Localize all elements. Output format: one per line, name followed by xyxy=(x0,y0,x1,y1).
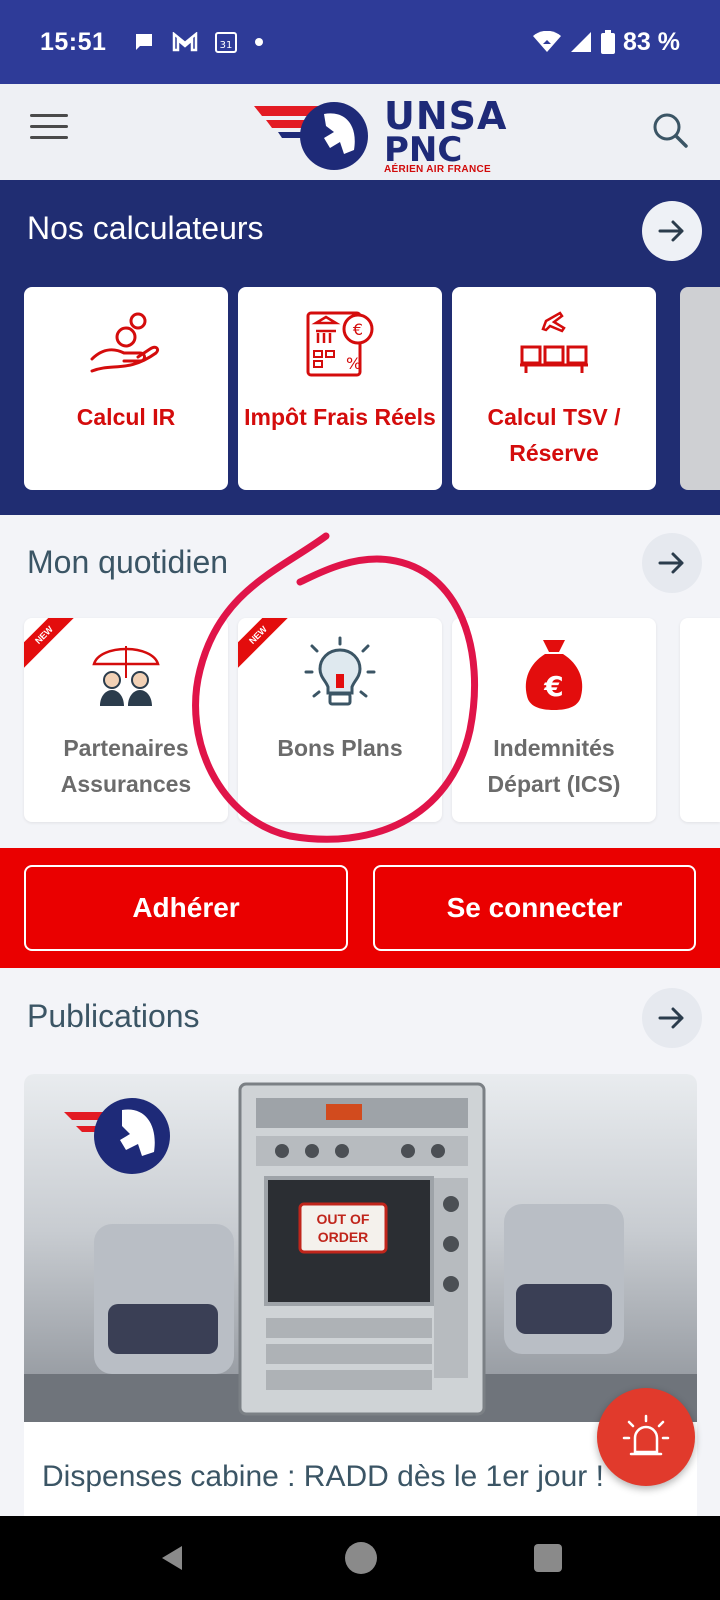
insurance-umbrella-icon xyxy=(92,646,160,706)
recent-apps-icon[interactable] xyxy=(534,1544,562,1572)
svg-text:€: € xyxy=(543,670,563,703)
notification-icons: 31 xyxy=(132,30,264,54)
back-icon[interactable] xyxy=(160,1544,184,1572)
app-header: UNSA PNC AÉRIEN AIR FRANCE xyxy=(0,84,720,180)
hand-coins-icon xyxy=(90,312,160,373)
gmail-icon xyxy=(173,32,198,52)
out-of-order-sign: OUT OF ORDER xyxy=(316,1211,370,1245)
calc-card-label: Impôt Frais Réels xyxy=(244,404,436,430)
arrow-right-icon xyxy=(658,1007,684,1029)
calc-card-label: Calcul IR xyxy=(76,404,176,430)
system-navigation-bar xyxy=(0,1516,720,1600)
quotidien-see-all-button[interactable] xyxy=(642,533,702,593)
svg-text:31: 31 xyxy=(220,40,233,51)
section-title-publications: Publications xyxy=(27,998,200,1034)
airport-seats-icon xyxy=(520,311,588,373)
quotidien-card-label: Indemnités Départ (ICS) xyxy=(487,735,621,797)
calculateurs-section: Nos calculateurs Calcul IR €% Impôt Frai… xyxy=(0,180,720,515)
status-time: 15:51 xyxy=(40,27,107,56)
arrow-right-icon xyxy=(658,220,684,242)
calc-card-impot-frais-reels[interactable]: €% Impôt Frais Réels xyxy=(238,287,442,490)
alert-fab-button[interactable] xyxy=(597,1388,695,1486)
publication-title: Dispenses cabine : RADD dès le 1er jour … xyxy=(42,1460,604,1493)
dot-icon xyxy=(255,38,264,46)
unsa-pnc-logo: UNSA PNC AÉRIEN AIR FRANCE xyxy=(254,92,514,175)
horse-logo-icon xyxy=(254,102,368,170)
se-connecter-button[interactable]: Se connecter xyxy=(373,865,696,951)
quotidien-card-indemnites[interactable]: € Indemnités Départ (ICS) xyxy=(452,618,656,822)
calc-card-ir[interactable]: Calcul IR xyxy=(24,287,228,490)
section-title-quotidien: Mon quotidien xyxy=(27,544,229,580)
hamburger-menu-icon[interactable] xyxy=(30,114,68,150)
adherer-button[interactable]: Adhérer xyxy=(24,865,348,951)
quotidien-card-bons-plans[interactable]: NEW Bons Plans xyxy=(238,618,442,822)
logo-text-airline: AÉRIEN AIR FRANCE xyxy=(384,164,491,175)
calc-card-tsv-reserve[interactable]: Calcul TSV / Réserve xyxy=(452,287,656,490)
siren-alarm-icon xyxy=(622,1414,670,1456)
home-icon[interactable] xyxy=(345,1542,377,1574)
euro-bag-icon: € xyxy=(525,640,583,710)
quotidien-card-label: Bons Plans xyxy=(277,735,403,761)
svg-text:€: € xyxy=(353,320,363,339)
wifi-icon xyxy=(533,31,562,52)
arrow-right-icon xyxy=(658,552,684,574)
lightbulb-icon xyxy=(304,636,376,706)
status-bar: 15:51 31 83 % xyxy=(0,0,720,84)
calculateurs-see-all-button[interactable] xyxy=(642,201,702,261)
calendar-icon: 31 xyxy=(215,32,238,53)
tax-calculator-icon: €% xyxy=(306,311,374,377)
section-title-calculateurs: Nos calculateurs xyxy=(27,210,264,246)
svg-text:%: % xyxy=(346,354,361,373)
search-icon[interactable] xyxy=(650,110,690,150)
battery-level: 83 % xyxy=(623,27,680,56)
quotidien-card-label: Partenaires Assurances xyxy=(60,735,192,797)
publication-card[interactable]: OUT OF ORDER Dispenses cabine : RADD dès… xyxy=(24,1074,697,1524)
quotidien-card-partenaires[interactable]: NEW Partenaires Assurances xyxy=(24,618,228,822)
chat-icon xyxy=(136,34,153,50)
calc-card-next-peek[interactable] xyxy=(680,287,720,490)
quotidien-card-next-peek[interactable] xyxy=(680,618,720,822)
publications-see-all-button[interactable] xyxy=(642,988,702,1048)
publication-image: OUT OF ORDER xyxy=(24,1074,697,1422)
signal-icon xyxy=(571,32,592,52)
account-actions-band: Adhérer Se connecter xyxy=(0,848,720,968)
battery-icon xyxy=(601,30,616,54)
calc-card-label: Calcul TSV / Réserve xyxy=(487,404,621,466)
